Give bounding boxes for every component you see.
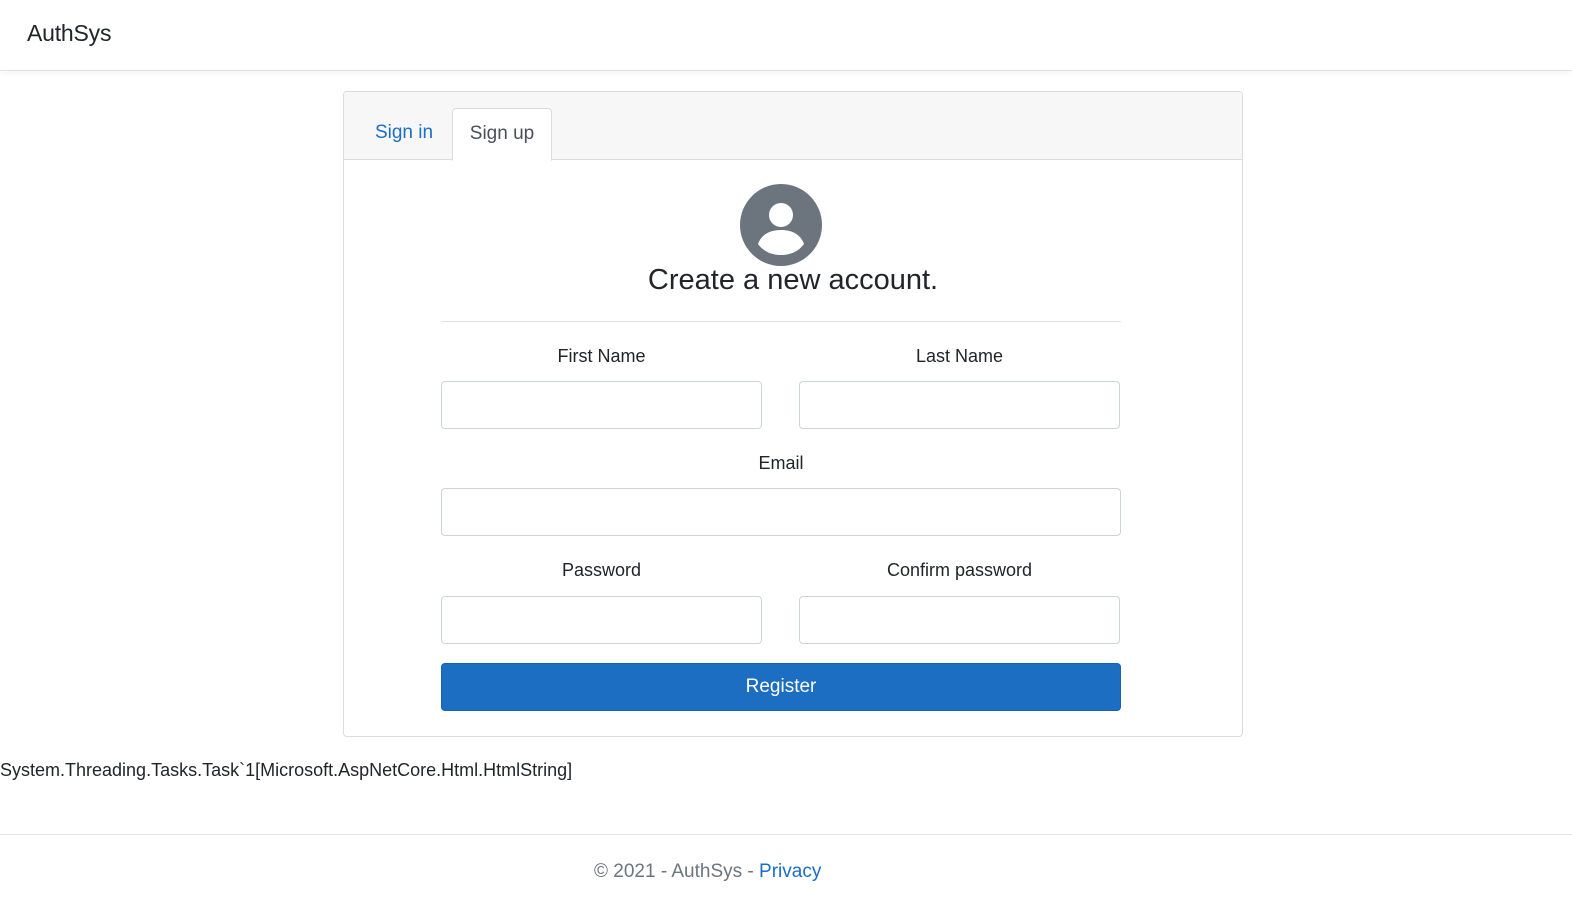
auth-card: Sign in Sign up Create a new account. Fi…: [343, 91, 1243, 737]
brand-link[interactable]: AuthSys: [27, 20, 111, 47]
email-label: Email: [758, 453, 804, 473]
privacy-link[interactable]: Privacy: [759, 861, 821, 882]
register-button[interactable]: Register: [441, 663, 1121, 711]
tab-sign-up[interactable]: Sign up: [452, 108, 552, 161]
confirm-password-label: Confirm password: [886, 560, 1033, 580]
copyright-text: © 2021 - AuthSys -: [594, 861, 760, 882]
first-name-input[interactable]: [441, 381, 762, 429]
email-input[interactable]: [441, 488, 1121, 536]
user-circle-icon: [740, 184, 822, 266]
first-name-label: First Name: [557, 346, 646, 366]
divider: [441, 321, 1121, 322]
card-header: Sign in Sign up: [344, 92, 1242, 161]
form-heading: Create a new account.: [647, 264, 939, 296]
confirm-password-input[interactable]: [799, 596, 1120, 644]
tab-sign-in[interactable]: Sign in: [358, 108, 450, 161]
debug-output-text: System.Threading.Tasks.Task`1[Microsoft.…: [0, 760, 573, 780]
password-input[interactable]: [441, 596, 762, 644]
last-name-input[interactable]: [799, 381, 1120, 429]
footer: © 2021 - AuthSys - Privacy: [0, 834, 1572, 911]
last-name-label: Last Name: [915, 346, 1004, 366]
footer-text: © 2021 - AuthSys - Privacy: [594, 861, 821, 883]
password-label: Password: [561, 560, 642, 580]
navbar: AuthSys: [0, 0, 1572, 71]
